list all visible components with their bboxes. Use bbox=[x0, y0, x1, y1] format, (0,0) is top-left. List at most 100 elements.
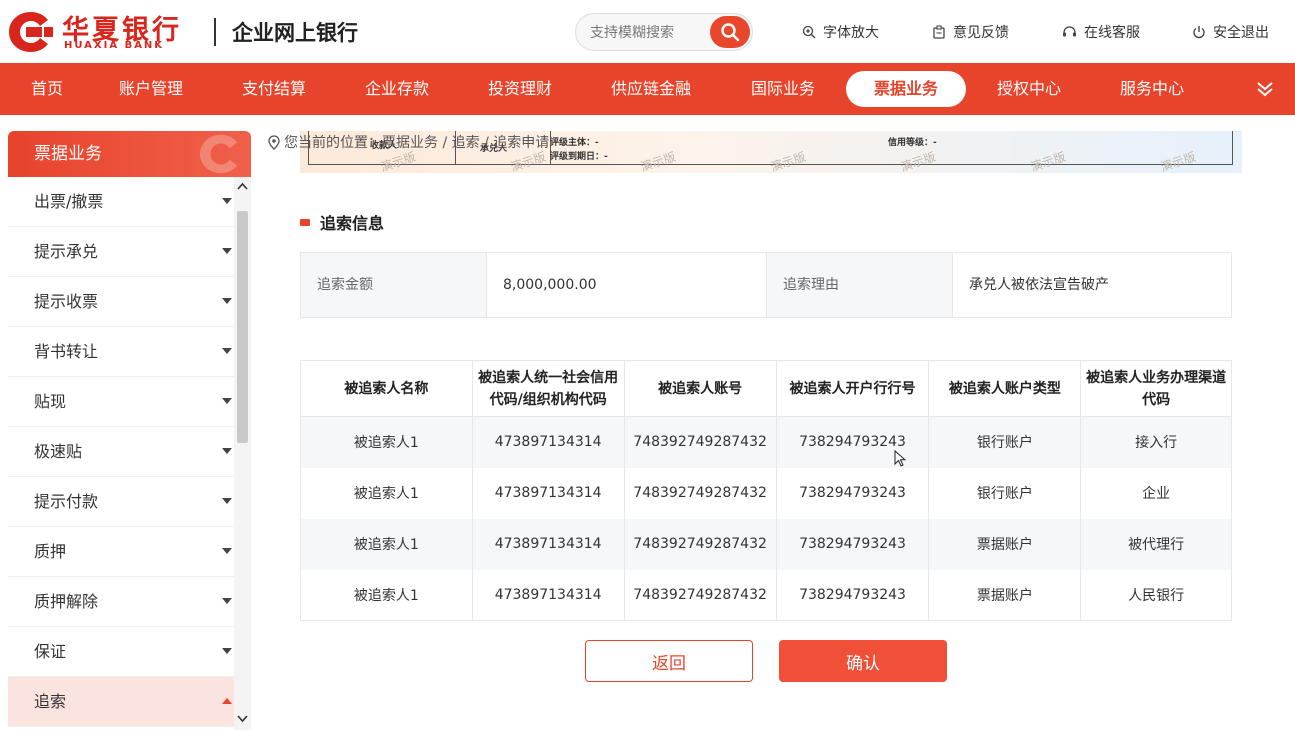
section-title-label: 追索信息 bbox=[320, 214, 385, 233]
search-box bbox=[575, 13, 753, 51]
column-header: 被追索人业务办理渠道代码 bbox=[1080, 360, 1232, 417]
sidebar-item-recourse[interactable]: 追索 bbox=[8, 677, 234, 727]
search-input[interactable] bbox=[590, 23, 710, 43]
section-marker-icon bbox=[300, 218, 310, 226]
search-icon bbox=[721, 23, 740, 42]
column-header: 被追索人开户行行号 bbox=[776, 360, 930, 417]
location-pin-icon bbox=[268, 134, 280, 150]
rating-subject: 评级主体：- bbox=[550, 138, 599, 148]
sidebar-item-acceptance[interactable]: 提示承兑 bbox=[8, 227, 234, 277]
scrollbar-thumb[interactable] bbox=[237, 211, 248, 443]
nav-home[interactable]: 首页 bbox=[31, 63, 63, 115]
sidebar-menu: 出票/撤票 提示承兑 提示收票 背书转让 贴现 极速贴 提示付款 质押 质押解除… bbox=[8, 177, 234, 727]
table-cell: 473897134314 bbox=[472, 416, 625, 468]
column-header: 被追索人账号 bbox=[624, 360, 777, 417]
table-cell: 748392749287432 bbox=[624, 416, 777, 468]
sidebar-item-express-discount[interactable]: 极速贴 bbox=[8, 427, 234, 477]
sidebar-item-pledge-release[interactable]: 质押解除 bbox=[8, 577, 234, 627]
power-icon bbox=[1193, 26, 1205, 39]
headset-icon bbox=[1063, 26, 1076, 37]
sidebar-item-issue-bill[interactable]: 出票/撤票 bbox=[8, 177, 234, 227]
back-button[interactable]: 返回 bbox=[585, 640, 753, 682]
main-nav: 首页 账户管理 支付结算 企业存款 投资理财 供应链金融 国际业务 票据业务 授… bbox=[0, 63, 1295, 115]
caret-down-icon bbox=[222, 548, 232, 554]
table-cell: 738294793243 bbox=[776, 467, 930, 519]
table-cell: 748392749287432 bbox=[624, 569, 777, 621]
table-cell: 银行账户 bbox=[928, 416, 1082, 468]
table-row: 被追索人1 473897134314 748392749287432 73829… bbox=[300, 569, 1232, 621]
caret-down-icon bbox=[222, 198, 232, 204]
logout-link[interactable]: 安全退出 bbox=[1192, 22, 1269, 42]
sidebar-item-receive-bill[interactable]: 提示收票 bbox=[8, 277, 234, 327]
table-row: 被追索人1 473897134314 748392749287432 73829… bbox=[300, 416, 1232, 468]
sidebar-item-label: 质押 bbox=[34, 542, 67, 561]
caret-down-icon bbox=[222, 448, 232, 454]
nav-payment-settlement[interactable]: 支付结算 bbox=[242, 63, 306, 115]
logout-label: 安全退出 bbox=[1213, 25, 1269, 41]
table-cell: 票据账户 bbox=[928, 518, 1082, 570]
brand-name-en: HUAXIA BANK bbox=[64, 40, 165, 51]
font-zoom-link[interactable]: 字体放大 bbox=[802, 22, 879, 42]
sidebar-item-label: 追索 bbox=[34, 692, 67, 711]
nav-international-business[interactable]: 国际业务 bbox=[751, 63, 815, 115]
feedback-label: 意见反馈 bbox=[953, 25, 1009, 41]
sidebar-item-payment-prompt[interactable]: 提示付款 bbox=[8, 477, 234, 527]
table-cell: 接入行 bbox=[1080, 416, 1232, 468]
feedback-link[interactable]: 意见反馈 bbox=[932, 22, 1009, 42]
zoom-in-icon bbox=[802, 25, 816, 39]
table-cell: 748392749287432 bbox=[624, 518, 777, 570]
feedback-icon bbox=[933, 25, 945, 39]
caret-down-icon bbox=[222, 648, 232, 654]
sidebar-item-pledge[interactable]: 质押 bbox=[8, 527, 234, 577]
huaxia-logo-icon bbox=[9, 12, 53, 52]
nav-authorization-center[interactable]: 授权中心 bbox=[997, 63, 1061, 115]
nav-wealth-management[interactable]: 投资理财 bbox=[488, 63, 552, 115]
confirm-button[interactable]: 确认 bbox=[779, 640, 947, 682]
recourse-reason-label: 追索理由 bbox=[767, 253, 953, 317]
chevron-down-icon[interactable] bbox=[237, 713, 248, 724]
recourse-amount-value: 8,000,000.00 bbox=[487, 253, 767, 317]
table-cell: 748392749287432 bbox=[624, 467, 777, 519]
caret-down-icon bbox=[222, 498, 232, 504]
table-row: 被追索人1 473897134314 748392749287432 73829… bbox=[300, 467, 1232, 519]
double-chevron-down-icon[interactable] bbox=[1255, 79, 1275, 99]
sidebar-scrollbar[interactable] bbox=[234, 177, 251, 730]
sidebar-item-label: 贴现 bbox=[34, 392, 67, 411]
nav-account-management[interactable]: 账户管理 bbox=[119, 63, 183, 115]
breadcrumb-text: 您当前的位置：票据业务 / 追索 / 追索申请 bbox=[284, 135, 550, 151]
nav-bill-business[interactable]: 票据业务 bbox=[846, 71, 967, 107]
search-button[interactable] bbox=[710, 16, 750, 48]
table-cell: 银行账户 bbox=[928, 467, 1082, 519]
nav-supply-chain-finance[interactable]: 供应链金融 bbox=[611, 63, 691, 115]
caret-up-icon bbox=[222, 698, 232, 704]
sidebar-item-guarantee[interactable]: 保证 bbox=[8, 627, 234, 677]
sidebar: 票据业务 出票/撤票 提示承兑 提示收票 背书转让 贴现 极速贴 提示付款 质押… bbox=[8, 131, 251, 730]
table-cell: 被追索人1 bbox=[300, 569, 473, 621]
online-service-label: 在线客服 bbox=[1084, 25, 1140, 41]
rating-expiry: 评级到期日：- bbox=[550, 152, 608, 162]
nav-service-center[interactable]: 服务中心 bbox=[1120, 63, 1184, 115]
table-cell: 被追索人1 bbox=[300, 416, 473, 468]
sidebar-item-label: 提示付款 bbox=[34, 492, 99, 511]
sidebar-item-endorsement[interactable]: 背书转让 bbox=[8, 327, 234, 377]
caret-down-icon bbox=[222, 398, 232, 404]
credit-rating: 信用等级：- bbox=[888, 138, 937, 148]
sidebar-item-label: 背书转让 bbox=[34, 342, 99, 361]
sidebar-item-discount[interactable]: 贴现 bbox=[8, 377, 234, 427]
table-cell: 738294793243 bbox=[776, 569, 930, 621]
online-service-link[interactable]: 在线客服 bbox=[1062, 22, 1140, 42]
recourse-reason-value: 承兑人被依法宣告破产 bbox=[953, 253, 1231, 317]
table-cell: 738294793243 bbox=[776, 416, 930, 468]
chevron-up-icon[interactable] bbox=[237, 181, 248, 192]
table-header-row: 被追索人名称 被追索人统一社会信用代码/组织机构代码 被追索人账号 被追索人开户… bbox=[300, 360, 1232, 417]
breadcrumb: 您当前的位置：票据业务 / 追索 / 追索申请 bbox=[268, 132, 549, 152]
sidebar-item-label: 提示承兑 bbox=[34, 242, 99, 261]
brand-divider bbox=[214, 18, 216, 46]
table-cell: 473897134314 bbox=[472, 569, 625, 621]
sidebar-item-label: 保证 bbox=[34, 642, 67, 661]
nav-corporate-deposit[interactable]: 企业存款 bbox=[365, 63, 429, 115]
sidebar-item-label: 出票/撤票 bbox=[34, 192, 104, 211]
recourse-amount-label: 追索金额 bbox=[301, 253, 487, 317]
logo-watermark-icon bbox=[200, 134, 238, 174]
section-title: 追索信息 bbox=[300, 210, 384, 234]
